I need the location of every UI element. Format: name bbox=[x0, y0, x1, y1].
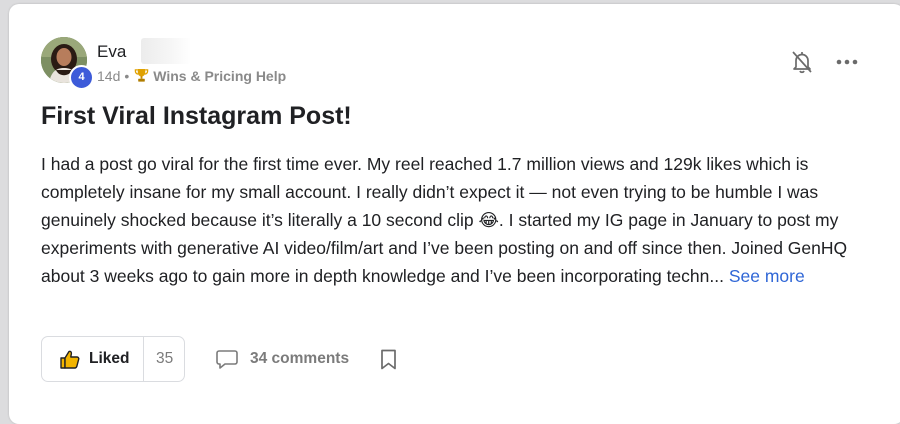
like-button-group: Liked 35 bbox=[41, 336, 185, 382]
bell-off-icon[interactable] bbox=[791, 50, 813, 74]
post-age[interactable]: 14d bbox=[97, 68, 120, 84]
more-options-icon[interactable] bbox=[836, 55, 858, 67]
trophy-icon bbox=[134, 68, 149, 86]
like-divider bbox=[143, 337, 144, 381]
level-badge: 4 bbox=[69, 65, 94, 90]
thumbs-up-icon bbox=[60, 350, 80, 369]
post-body-text: I had a post go viral for the first time… bbox=[41, 154, 848, 286]
post-body[interactable]: I had a post go viral for the first time… bbox=[41, 150, 876, 290]
redacted-surname bbox=[141, 38, 191, 64]
like-count[interactable]: 35 bbox=[156, 350, 173, 368]
comment-bubble-icon bbox=[216, 350, 238, 369]
like-button[interactable]: Liked bbox=[42, 337, 143, 381]
post-card: 4 Eva 14d • Wins & Pricing Help First Vira… bbox=[9, 4, 900, 424]
meta-separator: • bbox=[124, 68, 130, 84]
bookmark-icon[interactable] bbox=[380, 349, 397, 370]
like-label: Liked bbox=[89, 350, 130, 367]
post-meta: 14d • Wins & Pricing Help bbox=[97, 68, 286, 86]
comments-count: 34 comments bbox=[250, 350, 350, 367]
post-title[interactable]: First Viral Instagram Post! bbox=[41, 102, 352, 131]
category-link[interactable]: Wins & Pricing Help bbox=[153, 68, 286, 84]
author-name[interactable]: Eva bbox=[97, 42, 126, 62]
see-more-link[interactable]: See more bbox=[729, 266, 805, 286]
